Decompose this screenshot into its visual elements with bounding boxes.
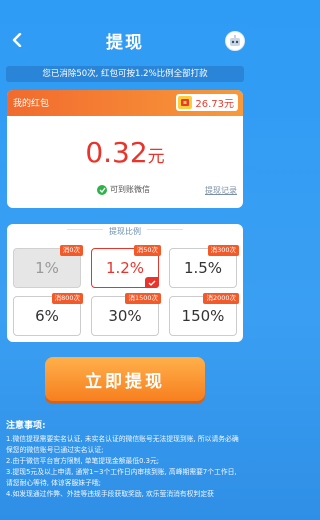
balance-badge: 26.73元 (176, 94, 238, 111)
ratio-title-text: 提现比例 (103, 226, 147, 237)
notes-title: 注意事项: (6, 421, 46, 431)
coin-icon (178, 96, 193, 109)
note-item: 4.如发现通过作弊、外挂等违规手段获取奖励, 欢乐萤消消有权判定获 (6, 490, 214, 498)
option-tag: 消0次 (59, 245, 83, 256)
notes-section: 注意事项: 1.微信提现需要实名认证, 未实名认证的微信账号无法提现到账, 所以… (6, 418, 244, 500)
note-item: 2.由于微信平台官方限制, 单笔提现金额最低0.3元; (6, 457, 160, 465)
avatar[interactable] (225, 31, 245, 51)
ratio-option-5[interactable]: 消1500次 30% (91, 293, 161, 336)
wechat-text: 可到账微信 (110, 185, 150, 194)
option-tag: 消2000次 (203, 293, 239, 304)
option-value: 1.2% (105, 259, 145, 277)
ratio-option-1[interactable]: 消0次 1% (13, 245, 83, 288)
ratio-option-2[interactable]: 消50次 1.2% (91, 245, 161, 288)
balance-value: 26.73元 (195, 99, 234, 110)
amount-value: 0.32 (85, 136, 148, 169)
ratio-option-3[interactable]: 消300次 1.5% (169, 245, 239, 288)
note-item: 1.微信提现需要实名认证, 未实名认证的微信账号无法提现到账, 所以请务必确保您… (6, 435, 239, 454)
withdraw-record-link[interactable]: 提现记录 (205, 185, 237, 196)
note-item: 3.提现5元及以上申请, 通常1~3个工作日内审核到账, 高峰期需要7个工作日,… (6, 468, 237, 487)
withdraw-submit-button[interactable]: 立即提现 (45, 357, 205, 401)
option-value: 30% (108, 307, 142, 325)
ratio-title: 提现比例 (7, 219, 243, 238)
ratio-option-6[interactable]: 消2000次 150% (169, 293, 239, 336)
option-tag: 消800次 (51, 293, 83, 304)
option-value: 1.5% (183, 259, 223, 277)
option-value: 1% (35, 259, 59, 277)
amount-unit: 元 (147, 147, 165, 167)
check-icon (145, 277, 159, 288)
wallet-card: 我的红包 26.73元 0.32元 可到账微信 提现记录 (7, 90, 243, 208)
option-tag: 消1500次 (125, 293, 161, 304)
info-banner: 您已消除50次, 红包可按1.2%比例全部打款 (6, 66, 244, 82)
withdraw-amount: 0.32元 (7, 138, 243, 172)
page-title: 提现 (106, 33, 144, 53)
robot-avatar-icon (230, 35, 240, 46)
option-value: 6% (35, 307, 59, 325)
wallet-label: 我的红包 (13, 99, 50, 109)
header-bar: 提现 (0, 0, 250, 60)
option-value: 150% (181, 307, 225, 325)
ratio-panel: 提现比例 消0次 1% 消50次 1.2% 消300次 1.5% 消800次 6… (7, 224, 243, 342)
wechat-info: 可到账微信 (97, 184, 150, 195)
wallet-card-header: 我的红包 26.73元 (7, 90, 243, 116)
check-circle-icon (97, 184, 107, 195)
option-tag: 消50次 (133, 245, 161, 256)
option-tag: 消300次 (207, 245, 239, 256)
ratio-option-4[interactable]: 消800次 6% (13, 293, 83, 336)
